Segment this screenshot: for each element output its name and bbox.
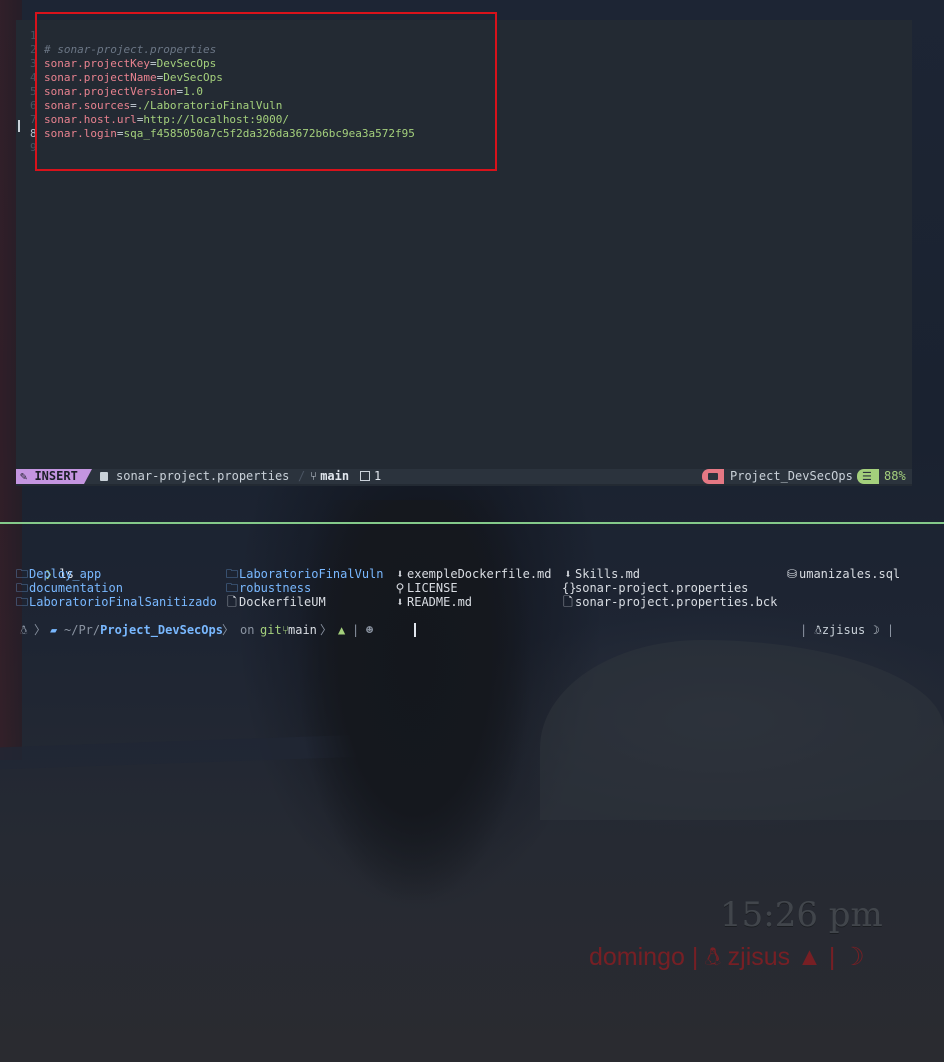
moon-icon: ☽: [842, 943, 865, 971]
markdown-icon: ⬇: [396, 595, 404, 609]
ls-entry: 🗀LaboratorioFinalVuln: [226, 567, 384, 581]
folder-icon: [702, 469, 724, 484]
ls-entry-name: LICENSE: [407, 581, 458, 595]
desktop-dayline: domingo | 🐧︎ zjisus ▲ | ☽: [589, 943, 865, 971]
chevron-right-icon: 〉: [320, 623, 333, 637]
license-icon: ⚲: [395, 581, 405, 595]
ls-entry-name: sonar-project.properties: [575, 581, 749, 595]
ls-entry: {}sonar-project.properties: [562, 581, 748, 595]
edit-mode-icon: ✎: [20, 469, 35, 483]
ls-entry: 🗀Deploy_app: [16, 567, 101, 581]
prompt-pipe: |: [352, 623, 360, 637]
statusline-branch: ⑂ main: [310, 469, 350, 483]
git-branch-icon: ⑂: [310, 469, 318, 483]
linux-icon: 🐧︎: [814, 623, 822, 637]
editor-cursor: [18, 120, 20, 132]
statusline-buffers: 1: [360, 469, 381, 484]
file-icon: 🗋: [563, 595, 573, 609]
ls-entry-name: README.md: [407, 595, 473, 609]
ls-entry-name: sonar-project.properties.bck: [575, 595, 778, 609]
pane-split-divider[interactable]: [0, 522, 944, 524]
markdown-icon: ⬇: [564, 567, 572, 581]
alien-icon: ☻: [366, 623, 374, 637]
ls-entry-name: exempleDockerfile.md: [407, 567, 552, 581]
folder-icon: 🗀: [226, 581, 239, 595]
ls-entry: ⬇ Skills.md: [562, 567, 640, 581]
wallpaper-figure: [300, 500, 530, 900]
folder-icon: 🗀: [226, 567, 239, 581]
ls-entry-name: DockerfileUM: [239, 595, 326, 609]
ls-entry: 🗀documentation: [16, 581, 123, 595]
ls-entry: 🗀robustness: [226, 581, 311, 595]
linux-icon: 🐧︎: [20, 623, 28, 637]
mode-indicator: ✎ INSERT: [16, 469, 84, 484]
ls-entry: ⚲ LICENSE: [394, 581, 458, 595]
wallpaper-rock: [540, 640, 944, 820]
folder-icon: 🗀: [16, 581, 29, 595]
linux-icon: 🐧︎: [705, 943, 721, 971]
annotation-highlight-box: [35, 12, 497, 171]
ls-entry-name: robustness: [239, 581, 312, 595]
package-icon: ▲: [797, 943, 822, 971]
ls-entry: 🗋 DockerfileUM: [226, 595, 326, 609]
mode-separator: [84, 469, 92, 484]
ls-entry-name: documentation: [29, 581, 123, 595]
chevron-right-icon: 〉: [222, 623, 235, 637]
package-icon: ▲: [338, 623, 346, 637]
right-prompt: | 🐧︎zjisus ☽ |: [800, 623, 895, 637]
prompt-branch: main: [288, 623, 317, 637]
statusline-divider: /: [298, 469, 306, 483]
terminal-cursor: [414, 623, 416, 637]
statusline-file: sonar-project.properties: [100, 469, 289, 484]
prompt-path: ~/Pr/Project_DevSecOps: [64, 623, 223, 637]
ls-entry-name: Skills.md: [575, 567, 641, 581]
command-line: ❯ ls: [16, 553, 74, 581]
statusline-project: Project_DevSecOps: [730, 469, 853, 483]
ls-entry-name: LaboratorioFinalSanitizado: [29, 595, 217, 609]
database-icon: ⛁: [786, 567, 798, 581]
shell-prompt: 🐧︎ 〉 ▰ ~/Pr/Project_DevSecOps 〉 on git⑂ …: [20, 623, 373, 638]
chevron-right-icon: 〉: [34, 623, 47, 637]
ls-entry: 🗋 sonar-project.properties.bck: [562, 595, 777, 609]
folder-icon: 🗀: [16, 595, 29, 609]
file-icon: 🗋: [227, 595, 237, 609]
ls-entry-name: umanizales.sql: [799, 567, 901, 581]
file-icon: [100, 472, 108, 481]
editor-statusline: ✎ INSERT sonar-project.properties / ⑂ mai…: [16, 469, 912, 484]
open-folder-icon: ▰: [50, 623, 58, 637]
prompt-on-text: on: [240, 623, 255, 637]
ls-entry-name: Deploy_app: [29, 567, 102, 581]
moon-icon: ☽: [872, 623, 880, 637]
folder-icon: 🗀: [16, 567, 29, 581]
ls-entry: ⬇ README.md: [394, 595, 472, 609]
ls-entry: 🗀LaboratorioFinalSanitizado: [16, 595, 217, 609]
ls-entry: ⬇ exempleDockerfile.md: [394, 567, 552, 581]
desktop-clock: 15:26 pm: [720, 895, 883, 935]
lines-icon: [857, 469, 879, 484]
json-icon: {}: [562, 581, 577, 595]
git-icon: git⑂: [260, 623, 289, 637]
buffer-icon: [360, 471, 370, 481]
markdown-icon: ⬇: [396, 567, 404, 581]
statusline-percent: 88%: [884, 469, 906, 483]
ls-entry: ⛁ umanizales.sql: [786, 567, 900, 581]
ls-entry-name: LaboratorioFinalVuln: [239, 567, 384, 581]
